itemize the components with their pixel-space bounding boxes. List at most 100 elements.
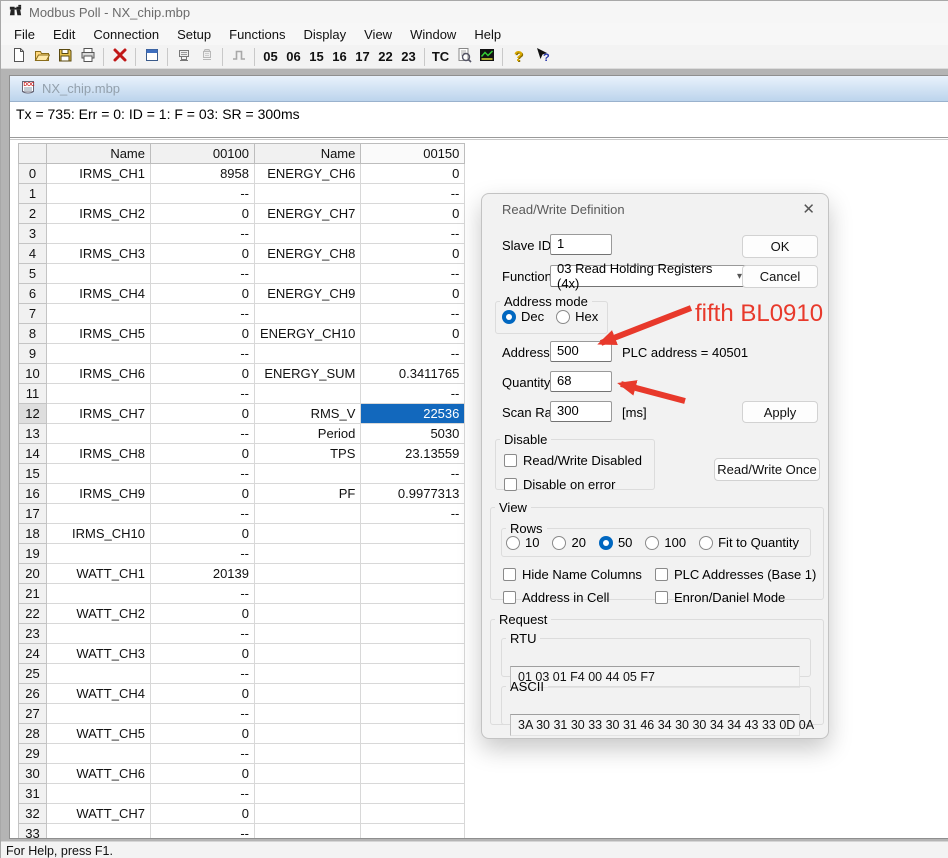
grid-cell[interactable]: [255, 704, 361, 724]
grid-cell[interactable]: IRMS_CH1: [47, 164, 151, 184]
grid-rownum-cell[interactable]: 12: [19, 404, 47, 424]
grid-cell[interactable]: [47, 304, 151, 324]
address-in-cell-checkbox[interactable]: Address in Cell: [503, 590, 609, 605]
radio-rows-50[interactable]: 50: [599, 535, 632, 550]
grid-cell[interactable]: [47, 384, 151, 404]
function-06-button[interactable]: 06: [282, 46, 305, 68]
grid-cell[interactable]: --: [151, 264, 255, 284]
grid-rownum-cell[interactable]: 10: [19, 364, 47, 384]
grid-cell[interactable]: --: [361, 504, 465, 524]
apply-button[interactable]: Apply: [742, 401, 818, 423]
grid-rownum-cell[interactable]: 2: [19, 204, 47, 224]
grid-cell[interactable]: [47, 344, 151, 364]
grid-cell[interactable]: RMS_V: [255, 404, 361, 424]
grid-cell[interactable]: [255, 724, 361, 744]
grid-rownum-cell[interactable]: 14: [19, 444, 47, 464]
pulse-button[interactable]: [227, 46, 250, 68]
new-file-button[interactable]: [7, 46, 30, 68]
grid-cell[interactable]: [47, 824, 151, 839]
quantity-input[interactable]: 68: [550, 371, 612, 392]
grid-cell[interactable]: [47, 624, 151, 644]
grid-cell[interactable]: --: [151, 744, 255, 764]
grid-cell[interactable]: 0: [151, 444, 255, 464]
radio-rows-20[interactable]: 20: [552, 535, 585, 550]
grid-cell[interactable]: [361, 704, 465, 724]
grid-cell[interactable]: IRMS_CH3: [47, 244, 151, 264]
function-15-button[interactable]: 15: [305, 46, 328, 68]
grid-header-cell[interactable]: Name: [255, 144, 361, 164]
read-write-once-button[interactable]: Read/Write Once: [714, 458, 820, 481]
grid-cell[interactable]: 0: [151, 604, 255, 624]
grid-cell[interactable]: IRMS_CH2: [47, 204, 151, 224]
grid-cell[interactable]: [361, 744, 465, 764]
enron-daniel-checkbox[interactable]: Enron/Daniel Mode: [655, 590, 785, 605]
grid-cell[interactable]: 0: [361, 244, 465, 264]
grid-header-cell[interactable]: Name: [47, 144, 151, 164]
grid-cell[interactable]: [255, 464, 361, 484]
grid-cell[interactable]: IRMS_CH9: [47, 484, 151, 504]
grid-cell[interactable]: --: [151, 504, 255, 524]
grid-cell[interactable]: 22536: [361, 404, 465, 424]
quit-button[interactable]: [108, 46, 131, 68]
chart-button[interactable]: [475, 46, 498, 68]
grid-rownum-cell[interactable]: 4: [19, 244, 47, 264]
grid-cell[interactable]: --: [361, 224, 465, 244]
test-center-button[interactable]: TC: [429, 46, 452, 68]
grid-cell[interactable]: [361, 564, 465, 584]
grid-cell[interactable]: [255, 524, 361, 544]
read-write-disabled-checkbox[interactable]: Read/Write Disabled: [504, 453, 642, 468]
grid-cell[interactable]: 0: [361, 284, 465, 304]
save-button[interactable]: [53, 46, 76, 68]
grid-cell[interactable]: ENERGY_CH7: [255, 204, 361, 224]
grid-cell[interactable]: Period: [255, 424, 361, 444]
grid-cell[interactable]: [255, 504, 361, 524]
grid-cell[interactable]: 20139: [151, 564, 255, 584]
grid-cell[interactable]: [47, 504, 151, 524]
grid-cell[interactable]: 0: [151, 764, 255, 784]
grid-cell[interactable]: [47, 184, 151, 204]
function-23-button[interactable]: 23: [397, 46, 420, 68]
grid-cell[interactable]: --: [151, 304, 255, 324]
menu-item-window[interactable]: Window: [401, 25, 465, 44]
menu-item-file[interactable]: File: [5, 25, 44, 44]
grid-cell[interactable]: --: [151, 824, 255, 839]
grid-cell[interactable]: --: [151, 344, 255, 364]
grid-cell[interactable]: [361, 684, 465, 704]
grid-rownum-cell[interactable]: 33: [19, 824, 47, 839]
grid-rownum-cell[interactable]: 21: [19, 584, 47, 604]
grid-cell[interactable]: [361, 824, 465, 839]
grid-cell[interactable]: [361, 784, 465, 804]
grid-cell[interactable]: --: [151, 424, 255, 444]
grid-rownum-cell[interactable]: 9: [19, 344, 47, 364]
plc-addresses-checkbox[interactable]: PLC Addresses (Base 1): [655, 567, 816, 582]
menu-item-setup[interactable]: Setup: [168, 25, 220, 44]
grid-rownum-cell[interactable]: 24: [19, 644, 47, 664]
grid-cell[interactable]: [361, 804, 465, 824]
grid-cell[interactable]: --: [361, 384, 465, 404]
grid-rownum-cell[interactable]: 1: [19, 184, 47, 204]
grid-cell[interactable]: 0: [151, 324, 255, 344]
grid-rownum-cell[interactable]: 11: [19, 384, 47, 404]
grid-cell[interactable]: [47, 264, 151, 284]
grid-cell[interactable]: [255, 804, 361, 824]
grid-cell[interactable]: [47, 664, 151, 684]
grid-cell[interactable]: [255, 304, 361, 324]
grid-cell[interactable]: 5030: [361, 424, 465, 444]
grid-rownum-cell[interactable]: 0: [19, 164, 47, 184]
menu-item-functions[interactable]: Functions: [220, 25, 294, 44]
grid-cell[interactable]: WATT_CH3: [47, 644, 151, 664]
grid-cell[interactable]: 0: [151, 404, 255, 424]
grid-rownum-cell[interactable]: 23: [19, 624, 47, 644]
grid-rownum-cell[interactable]: 16: [19, 484, 47, 504]
grid-rownum-cell[interactable]: 27: [19, 704, 47, 724]
grid-cell[interactable]: [255, 384, 361, 404]
grid-cell[interactable]: IRMS_CH4: [47, 284, 151, 304]
grid-rownum-cell[interactable]: 29: [19, 744, 47, 764]
radio-hex[interactable]: Hex: [556, 309, 598, 324]
grid-cell[interactable]: [255, 224, 361, 244]
grid-cell[interactable]: 0: [361, 324, 465, 344]
scan-rate-input[interactable]: 300: [550, 401, 612, 422]
grid-header-cell[interactable]: [19, 144, 47, 164]
grid-cell[interactable]: IRMS_CH8: [47, 444, 151, 464]
grid-cell[interactable]: [255, 264, 361, 284]
